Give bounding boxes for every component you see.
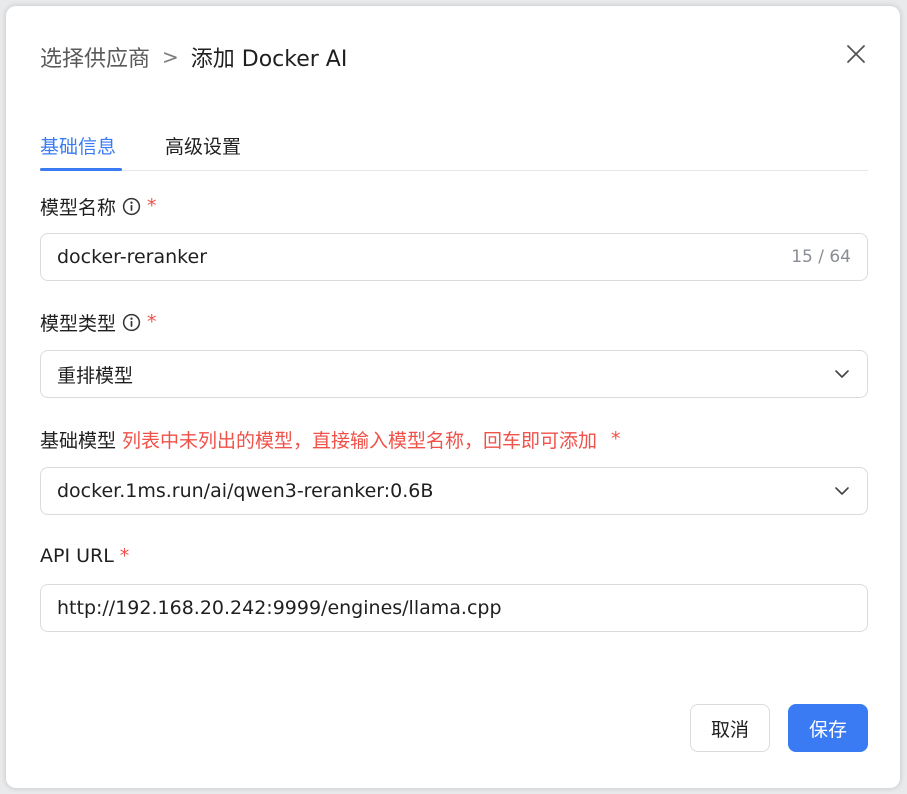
api-url-label: API URL * [40,542,129,570]
cancel-button[interactable]: 取消 [690,704,770,752]
model-name-input[interactable]: docker-reranker 15 / 64 [40,233,868,281]
base-model-select[interactable]: docker.1ms.run/ai/qwen3-reranker:0.6B [40,467,868,515]
model-type-select[interactable]: 重排模型 [40,350,868,398]
api-url-input[interactable]: http://192.168.20.242:9999/engines/llama… [40,584,868,632]
breadcrumb: 选择供应商 > 添加 Docker AI [40,40,347,74]
model-name-label-text: 模型名称 [40,196,117,219]
tab-advanced-settings[interactable]: 高级设置 [165,132,241,159]
active-tab-indicator [40,168,122,171]
model-name-label: 模型名称 * [40,192,157,220]
api-url-label-text: API URL [40,545,114,567]
chevron-down-icon [835,370,849,378]
base-model-label: 基础模型 列表中未列出的模型，直接输入模型名称，回车即可添加 * [40,425,621,453]
base-model-hint: 列表中未列出的模型，直接输入模型名称，回车即可添加 [122,429,598,452]
model-type-label-text: 模型类型 [40,312,117,335]
api-url-value: http://192.168.20.242:9999/engines/llama… [57,597,502,619]
add-provider-dialog: 选择供应商 > 添加 Docker AI 基础信息 高级设置 模型名称 * do… [6,6,900,788]
required-mark: * [147,195,157,217]
chevron-down-icon [835,487,849,495]
required-mark: * [147,311,157,333]
info-icon[interactable] [122,197,141,216]
close-icon [847,45,865,63]
tab-bar: 基础信息 高级设置 [40,124,868,171]
dialog-title: 添加 Docker AI [190,47,348,72]
tab-basic-info[interactable]: 基础信息 [40,132,116,159]
breadcrumb-separator: > [162,45,179,69]
required-mark: * [119,545,130,567]
close-button[interactable] [846,44,866,64]
char-counter: 15 / 64 [791,247,851,267]
save-button[interactable]: 保存 [788,704,868,752]
info-icon[interactable] [122,313,141,332]
model-type-label: 模型类型 * [40,308,157,336]
model-type-value: 重排模型 [57,364,134,387]
base-model-label-text: 基础模型 [40,429,117,452]
model-name-value: docker-reranker [57,246,208,268]
base-model-value: docker.1ms.run/ai/qwen3-reranker:0.6B [57,480,434,502]
required-mark: * [611,428,621,450]
breadcrumb-select-provider[interactable]: 选择供应商 [40,41,150,73]
